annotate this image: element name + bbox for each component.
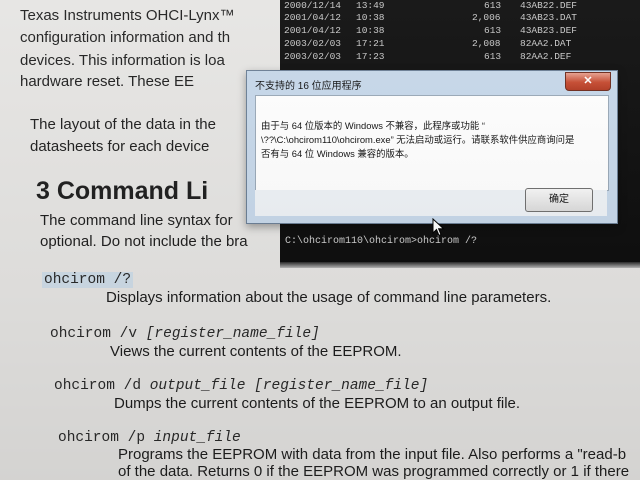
dir-date: 2003/02/03 <box>284 38 342 49</box>
command-dump-text: ohcirom /d <box>54 378 150 394</box>
close-button[interactable]: ✕ <box>565 72 611 91</box>
dir-time: 17:21 <box>356 38 385 49</box>
intro-line-4: hardware reset. These EE <box>20 73 194 90</box>
dialog-message-line-1: 由于与 64 位版本的 Windows 不兼容，此程序或功能 “ <box>261 120 485 131</box>
dir-date: 2000/12/14 <box>284 0 342 11</box>
command-program: ohcirom /p input_file <box>58 430 241 446</box>
dir-row: 2003/02/03 17:23 613 82AA2.DEF <box>280 51 640 63</box>
command-help-text: ohcirom /? <box>42 272 134 288</box>
dir-filename: 82AA2.DAT <box>520 38 572 49</box>
syntax-line-2: optional. Do not include the bra <box>40 233 248 250</box>
dir-filename: 43AB23.DEF <box>520 25 578 36</box>
dialog-message-line-2: \??\C:\ohcirom110\ohcirom.exe” 无法启动或运行。请… <box>261 134 575 145</box>
dir-size: 613 <box>484 0 502 11</box>
dir-filename: 43AB23.DAT <box>520 12 578 23</box>
dir-row: 2001/04/12 10:38 2,006 43AB23.DAT <box>280 12 640 24</box>
mouse-pointer-icon <box>432 218 445 237</box>
command-dump-desc: Dumps the current contents of the EEPROM… <box>114 395 521 412</box>
dialog-content: 由于与 64 位版本的 Windows 不兼容，此程序或功能 “ \??\C:\… <box>255 95 609 191</box>
dir-time: 17:23 <box>356 51 385 62</box>
console-border <box>280 262 640 268</box>
command-view-text: ohcirom /v <box>50 326 146 342</box>
command-program-desc: Programs the EEPROM with data from the i… <box>118 446 627 463</box>
dir-row: 2003/02/03 17:21 2,008 82AA2.DAT <box>280 38 640 50</box>
dir-size: 613 <box>484 25 502 36</box>
dir-time: 13:49 <box>356 0 385 11</box>
dir-date: 2003/02/03 <box>284 51 342 62</box>
command-view: ohcirom /v [register_name_file] <box>50 326 320 342</box>
close-icon: ✕ <box>583 75 593 87</box>
command-program-arg: input_file <box>153 430 241 446</box>
command-help-desc: Displays information about the usage of … <box>106 289 552 306</box>
layout-line-1: The layout of the data in the <box>30 116 216 133</box>
dir-row: 2001/04/12 10:38 613 43AB23.DEF <box>280 25 640 37</box>
layout-line-2: datasheets for each device <box>30 138 210 155</box>
intro-line-2: configuration information and th <box>20 29 231 46</box>
command-dump: ohcirom /d output_file [register_name_fi… <box>54 378 428 394</box>
dir-date: 2001/04/12 <box>284 12 342 23</box>
console-prompt: C:\ohcirom110\ohcirom>ohcirom /? <box>285 236 478 247</box>
command-program-text: ohcirom /p <box>58 430 154 446</box>
dir-size: 613 <box>484 51 502 62</box>
dir-date: 2001/04/12 <box>284 25 342 36</box>
syntax-line-1: The command line syntax for <box>40 212 233 229</box>
dir-size: 2,008 <box>472 38 501 49</box>
dialog-title: 不支持的 16 位应用程序 <box>255 81 362 92</box>
dir-filename: 82AA2.DEF <box>520 51 572 62</box>
ok-button[interactable]: 确定 <box>525 188 593 212</box>
intro-line-1: Texas Instruments OHCI-Lynx™ <box>20 7 235 24</box>
dir-time: 10:38 <box>356 12 385 23</box>
dialog-message-line-3: 否有与 64 位 Windows 兼容的版本。 <box>261 148 414 159</box>
error-dialog: 不支持的 16 位应用程序 ✕ 由于与 64 位版本的 Windows 不兼容，… <box>246 70 618 224</box>
command-help: ohcirom /? <box>42 272 134 288</box>
dir-filename: 43AB22.DEF <box>520 0 578 11</box>
command-program-desc-2: of the data. Returns 0 if the EEPROM was… <box>118 463 630 480</box>
dir-size: 2,006 <box>472 12 501 23</box>
dir-row: 2000/12/14 13:49 613 43AB22.DEF <box>280 0 640 12</box>
dialog-titlebar[interactable]: 不支持的 16 位应用程序 ✕ <box>247 71 617 95</box>
intro-line-3: devices. This information is loa <box>20 52 225 69</box>
command-view-arg: [register_name_file] <box>145 326 320 342</box>
command-view-desc: Views the current contents of the EEPROM… <box>110 343 402 360</box>
command-dump-arg: output_file [register_name_file] <box>149 378 429 394</box>
section-heading: 3 Command Li <box>36 177 209 205</box>
dir-time: 10:38 <box>356 25 385 36</box>
